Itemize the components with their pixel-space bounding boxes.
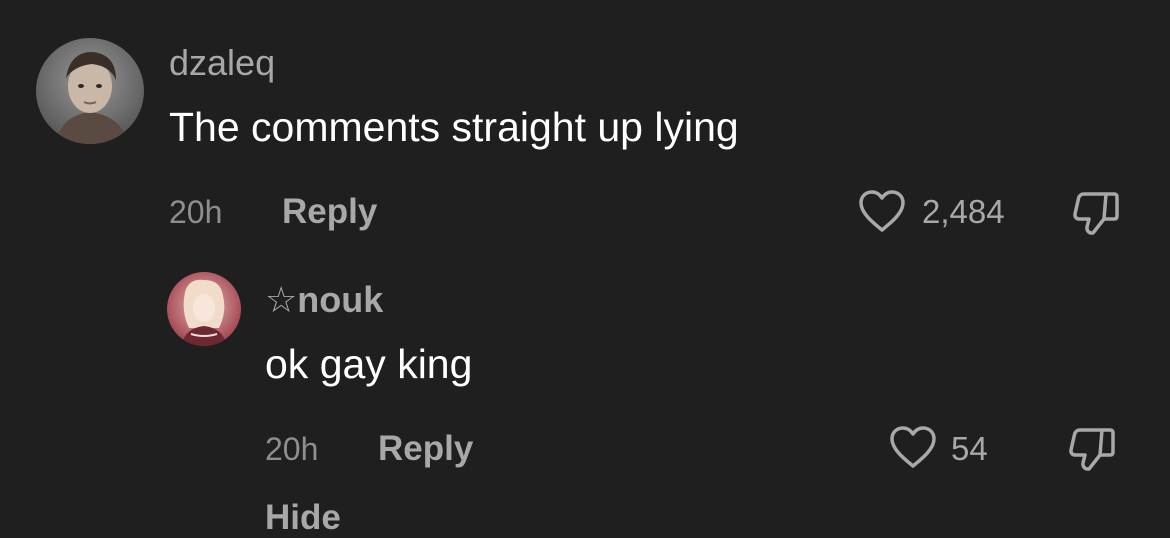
like-count: 2,484 bbox=[922, 193, 1005, 230]
heart-icon[interactable] bbox=[888, 424, 938, 470]
like-count: 54 bbox=[951, 430, 988, 467]
comment-username[interactable]: dzaleq bbox=[169, 38, 275, 88]
heart-icon[interactable] bbox=[857, 188, 907, 234]
avatar[interactable] bbox=[167, 272, 241, 346]
reply-button[interactable]: Reply bbox=[378, 427, 473, 471]
hide-replies-button[interactable]: Hide bbox=[265, 498, 341, 538]
thumbs-down-icon[interactable] bbox=[1070, 186, 1122, 238]
comment-text: The comments straight up lying bbox=[169, 104, 739, 150]
comment-timestamp: 20h bbox=[169, 194, 223, 230]
avatar[interactable] bbox=[36, 38, 144, 144]
comment-username[interactable]: ☆nouk bbox=[265, 276, 383, 324]
comment-text: ok gay king bbox=[265, 341, 473, 387]
comment-timestamp: 20h bbox=[265, 431, 319, 467]
avatar-image bbox=[36, 38, 144, 144]
thumbs-down-icon[interactable] bbox=[1066, 422, 1118, 474]
reply-button[interactable]: Reply bbox=[282, 190, 377, 234]
avatar-image bbox=[167, 272, 241, 346]
